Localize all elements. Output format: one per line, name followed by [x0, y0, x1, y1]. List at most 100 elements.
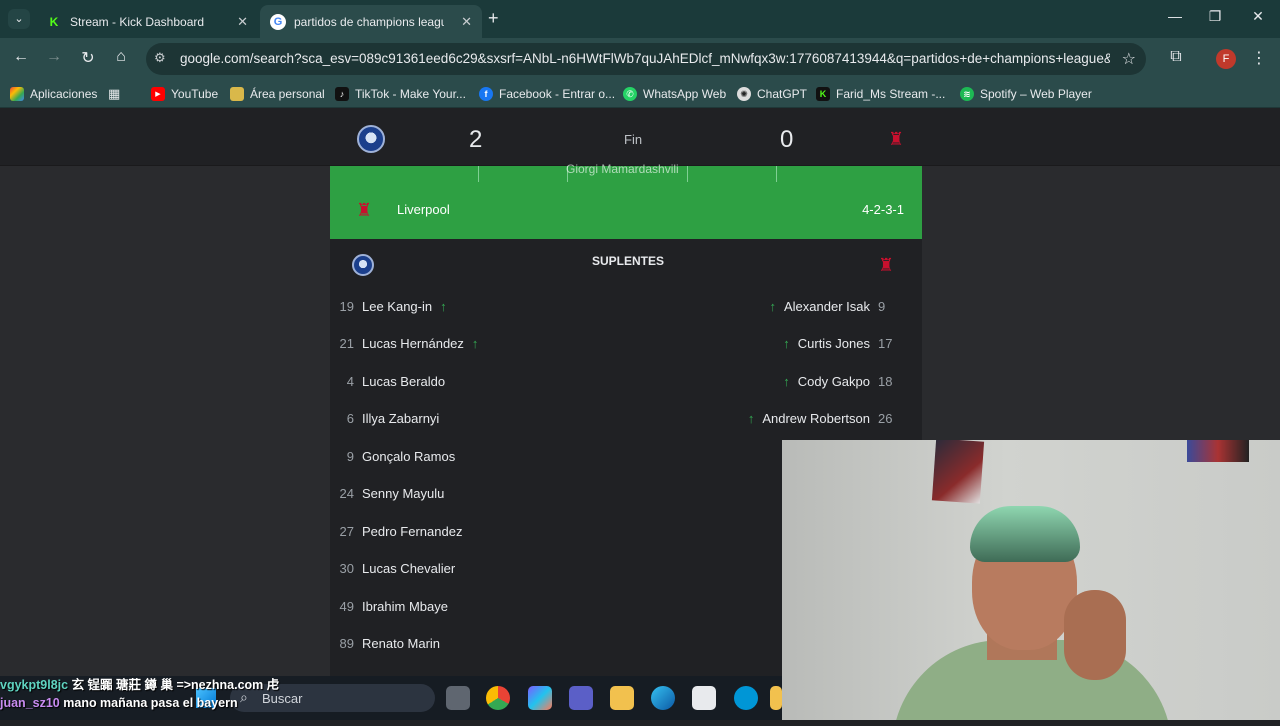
store-icon[interactable] — [692, 686, 716, 710]
bookmark-whatsapp[interactable]: ✆ WhatsApp Web — [623, 86, 726, 102]
reload-icon[interactable]: ↻ — [77, 48, 99, 68]
home-sub-row[interactable]: 9 Gonçalo Ramos — [330, 446, 455, 466]
bookmark-label: Spotify – Web Player — [980, 87, 1092, 101]
sub-in-arrow-icon: ↑ — [471, 336, 479, 351]
close-window-button[interactable]: ✕ — [1243, 8, 1273, 25]
chat-text: mano mañana pasa el bayern — [63, 696, 238, 710]
back-icon[interactable]: ← — [10, 48, 32, 66]
bookmark-label: Área personal — [250, 87, 325, 101]
kick-icon: K — [816, 87, 830, 101]
teams-icon[interactable] — [569, 686, 593, 710]
streamer-hair — [970, 506, 1080, 562]
match-status: Fin — [624, 132, 643, 147]
close-icon[interactable]: ✕ — [237, 14, 248, 30]
bookmark-label: WhatsApp Web — [643, 87, 727, 101]
tab-champions-search[interactable]: G partidos de champions league ✕ — [260, 5, 482, 38]
copilot-icon[interactable] — [528, 686, 552, 710]
home-score: 2 — [469, 126, 483, 153]
new-tab-button[interactable]: + — [488, 8, 499, 29]
liverpool-crest-icon[interactable]: ♜ — [888, 128, 904, 150]
bookmark-area-personal[interactable]: Área personal — [230, 86, 325, 102]
player-name: Ibrahim Mbaye — [362, 598, 448, 614]
streamer-hand — [1064, 590, 1126, 680]
bookmark-kick-stream[interactable]: K Farid_Ms Stream -... — [816, 86, 945, 102]
bookmark-star-icon[interactable]: ☆ — [1122, 49, 1136, 69]
tab-kick-dashboard[interactable]: K Stream - Kick Dashboard ✕ — [36, 5, 258, 38]
bookmark-spotify[interactable]: ≋ Spotify – Web Player — [960, 86, 1092, 102]
chat-message: juan_sz10 mano mañana pasa el bayern — [0, 696, 238, 710]
address-bar[interactable]: ⚙ google.com/search?sca_esv=089c91361eed… — [146, 43, 1146, 75]
bookmark-label: Facebook - Entrar o... — [499, 87, 616, 101]
bookmark-aplicaciones[interactable]: Aplicaciones — [10, 86, 97, 102]
browser-toolbar: ← → ↻ ⌂ ⚙ google.com/search?sca_esv=089c… — [0, 38, 1280, 80]
close-icon[interactable]: ✕ — [461, 14, 472, 30]
player-number: 27 — [339, 523, 354, 539]
home-sub-row[interactable]: 4 Lucas Beraldo — [330, 371, 445, 391]
home-sub-row[interactable]: 24 Senny Mayulu — [330, 484, 445, 504]
wall-poster — [931, 440, 985, 504]
player-number: 18 — [878, 373, 893, 389]
home-sub-row[interactable]: 19 Lee Kang-in ↑ — [330, 296, 455, 316]
player-name: Lucas Hernández — [362, 336, 464, 351]
home-sub-row[interactable]: 27 Pedro Fernandez — [330, 521, 463, 541]
bookmark-label: YouTube — [171, 87, 219, 101]
hp-icon[interactable] — [734, 686, 758, 710]
pitch-strip: Giorgi Mamardashvili — [330, 162, 922, 182]
profile-avatar[interactable]: F — [1216, 49, 1236, 69]
bookmark-youtube[interactable]: ▶ YouTube — [151, 86, 218, 102]
tab-strip: ⌄ K Stream - Kick Dashboard ✕ G partidos… — [0, 0, 1280, 38]
away-sub-row[interactable]: ↑ Cody Gakpo 18 — [775, 371, 900, 391]
spotify-icon: ≋ — [960, 87, 974, 101]
task-view-icon[interactable] — [446, 686, 470, 710]
forward-icon[interactable]: → — [43, 48, 65, 66]
player-name: Gonçalo Ramos — [362, 448, 456, 464]
webcam-overlay — [782, 440, 1280, 720]
tiktok-icon: ♪ — [335, 87, 349, 101]
kick-icon: K — [49, 14, 59, 29]
home-sub-row[interactable]: 21 Lucas Hernández ↑ — [330, 334, 486, 354]
away-sub-row[interactable]: ↑ Alexander Isak 9 — [762, 296, 901, 316]
player-name: Cody Gakpo — [797, 373, 870, 389]
menu-kebab-icon[interactable]: ⋮ — [1248, 48, 1270, 68]
psg-crest-icon — [352, 254, 374, 276]
bookmark-facebook[interactable]: f Facebook - Entrar o... — [479, 86, 615, 102]
edge-icon[interactable] — [651, 686, 675, 710]
away-sub-row[interactable]: ↑ Andrew Robertson 26 — [740, 409, 900, 429]
bookmark-label: TikTok - Make Your... — [355, 87, 466, 101]
sub-in-arrow-icon: ↑ — [769, 298, 777, 314]
pitch-line — [478, 166, 479, 182]
away-formation: 4-2-3-1 — [862, 202, 904, 217]
sub-in-arrow-icon: ↑ — [747, 411, 755, 426]
home-sub-row[interactable]: 6 Illya Zabarnyi — [330, 409, 440, 429]
maximize-button[interactable]: ❐ — [1200, 8, 1230, 25]
home-sub-row[interactable]: 49 Ibrahim Mbaye — [330, 596, 448, 616]
away-team-bar[interactable]: ♜ Liverpool 4-2-3-1 — [330, 182, 922, 239]
player-number: 17 — [878, 336, 893, 351]
away-sub-row[interactable]: ↑ Curtis Jones 17 — [775, 334, 900, 354]
apps-grid-icon — [10, 87, 24, 101]
psg-crest-icon[interactable] — [357, 125, 385, 153]
home-sub-row[interactable]: 30 Lucas Chevalier — [330, 559, 456, 579]
player-number: 9 — [878, 298, 886, 314]
home-sub-row[interactable]: 89 Renato Marin — [330, 634, 441, 654]
file-explorer-icon[interactable] — [610, 686, 634, 710]
app-icon[interactable] — [770, 686, 782, 710]
sub-in-arrow-icon: ↑ — [783, 373, 790, 389]
google-icon: G — [270, 13, 286, 30]
site-info-icon[interactable]: ⚙ — [154, 50, 172, 68]
extensions-icon[interactable]: ⧉ — [1165, 48, 1187, 66]
player-name: Senny Mayulu — [362, 486, 445, 501]
tab-search-icon[interactable]: ⌄ — [8, 9, 30, 29]
away-score: 0 — [780, 126, 794, 153]
bookmark-chatgpt[interactable]: ✺ ChatGPT — [737, 86, 807, 102]
home-icon[interactable]: ⌂ — [110, 48, 132, 66]
score-header: 2 Fin 0 ♜ — [0, 108, 1280, 166]
chatgpt-icon: ✺ — [737, 87, 751, 101]
bookmark-tiktok[interactable]: ♪ TikTok - Make Your... — [335, 86, 466, 102]
minimize-button[interactable]: — — [1160, 8, 1190, 24]
tab-groups-icon[interactable]: ▦ — [108, 86, 120, 102]
player-number: 4 — [346, 373, 354, 389]
bookmarks-bar: Aplicaciones ▦ ▶ YouTube Área personal ♪… — [0, 80, 1280, 108]
subs-heading: SUPLENTES — [592, 254, 665, 268]
chrome-icon[interactable] — [486, 686, 510, 710]
